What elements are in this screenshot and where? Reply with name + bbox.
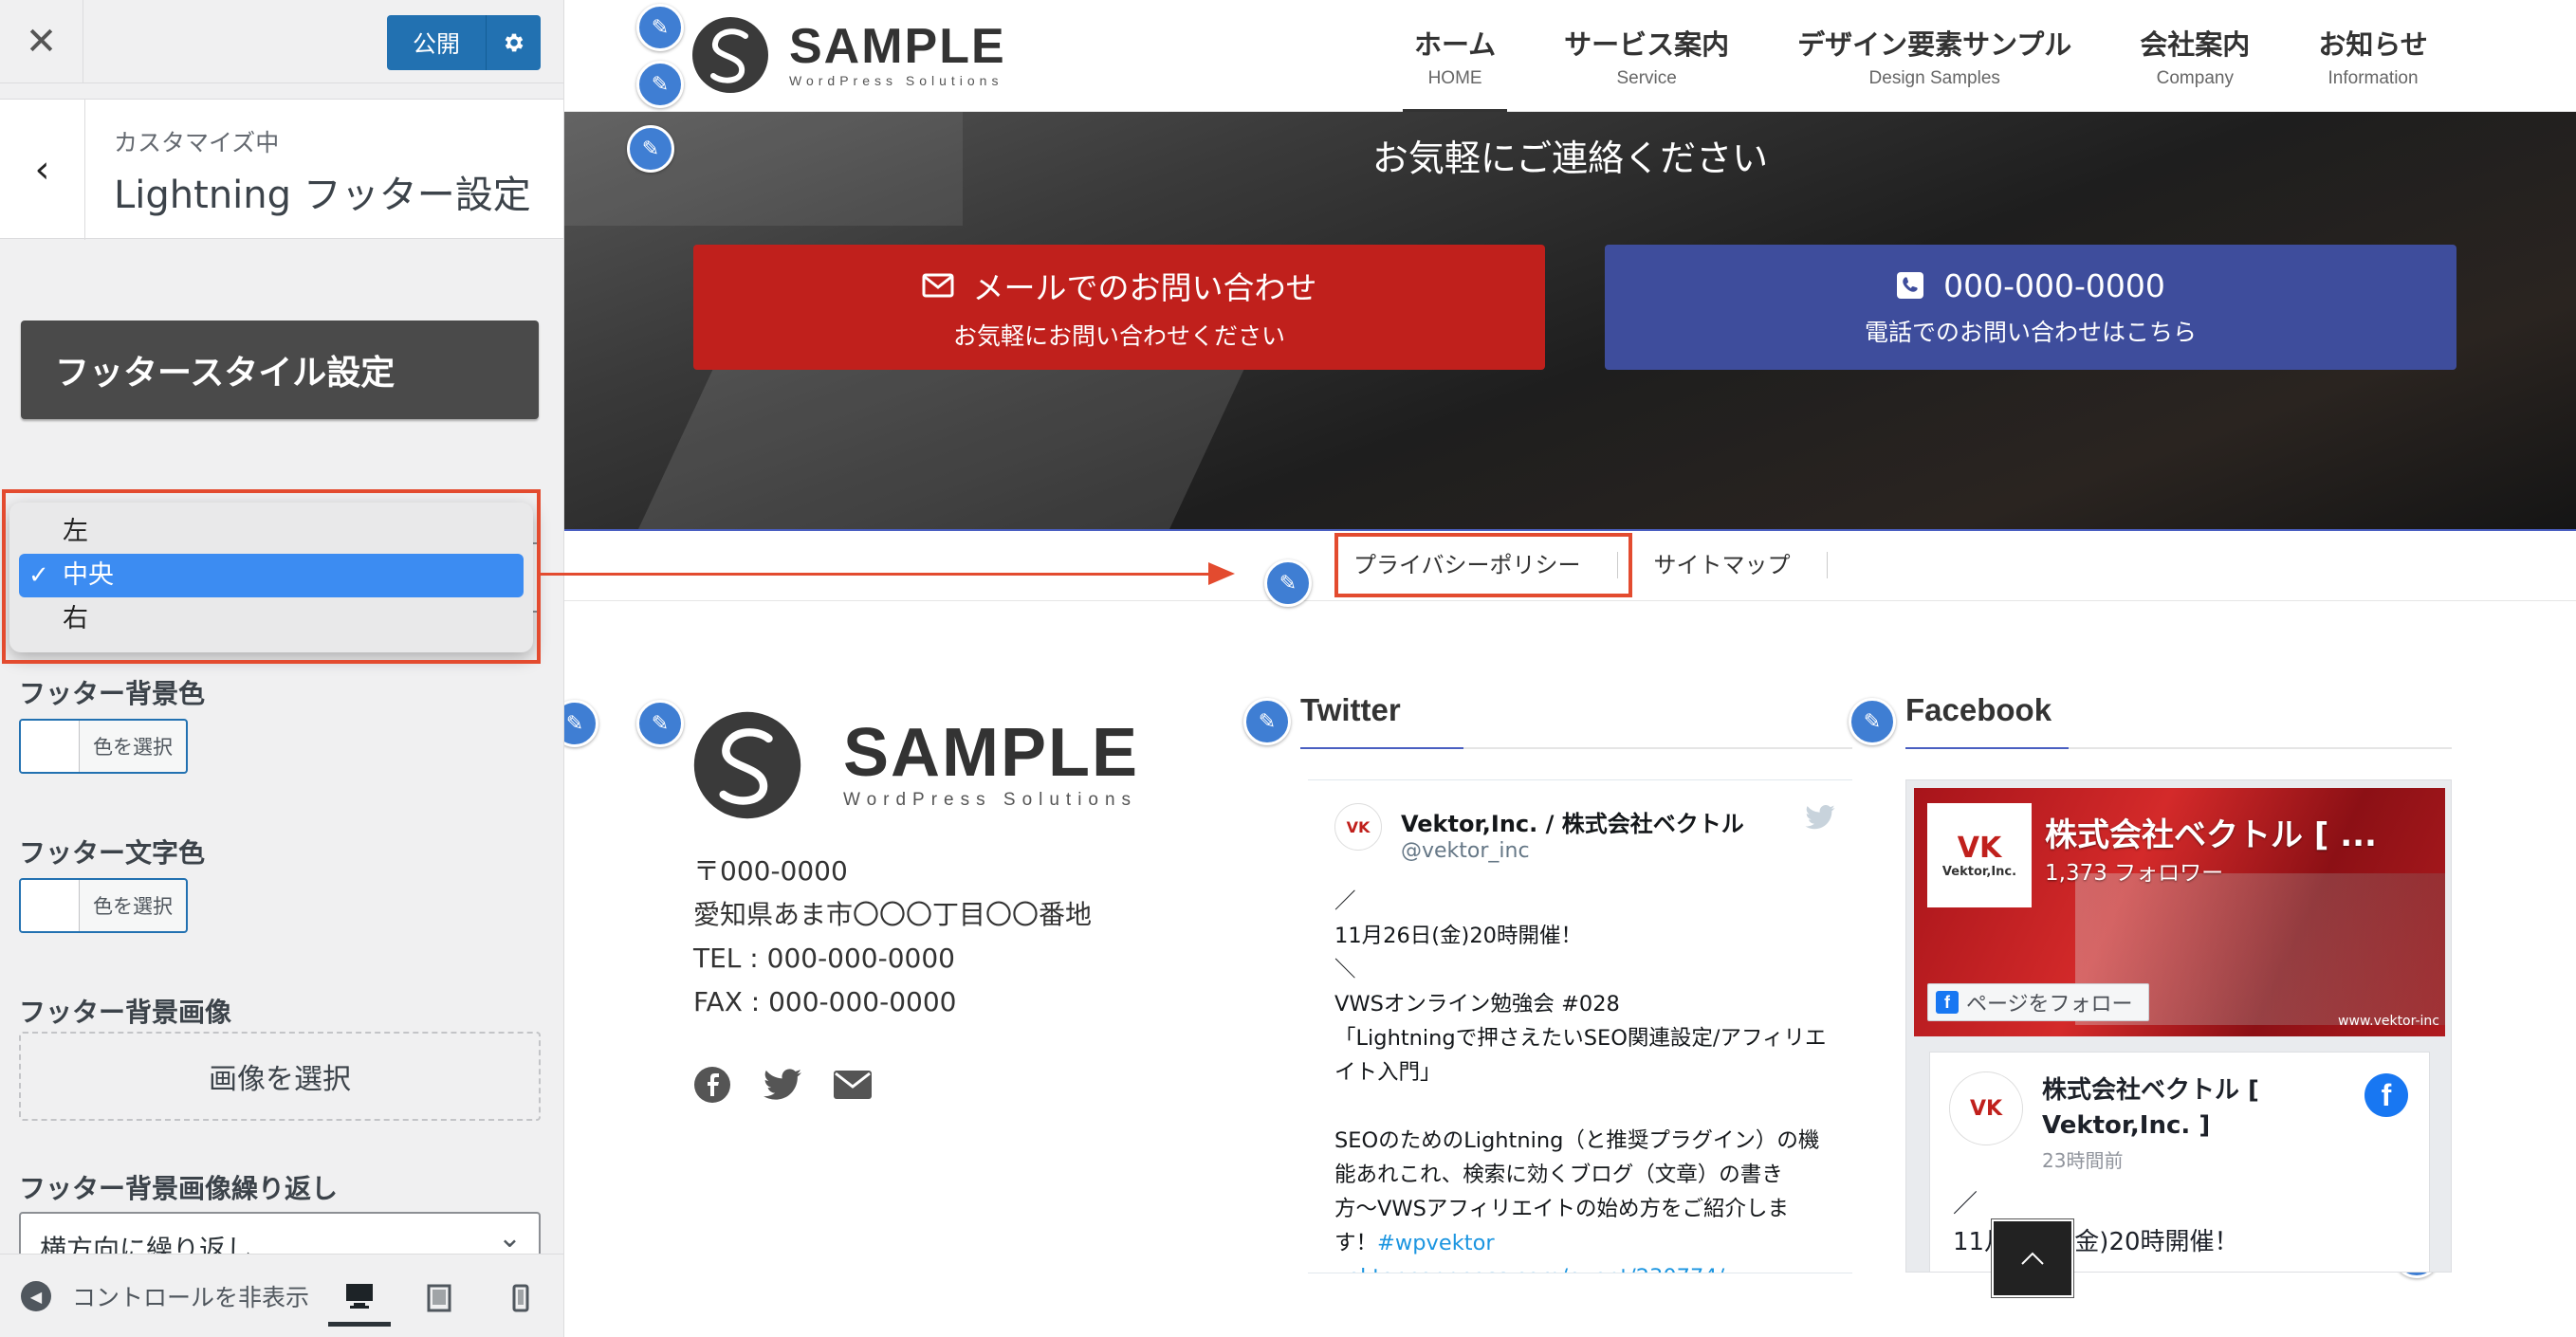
hide-controls-button[interactable]: ◀ コントロールを非表示 xyxy=(21,1279,309,1313)
address-street: 愛知県あま市〇〇〇丁目〇〇番地 xyxy=(693,899,1093,930)
facebook-icon: f xyxy=(1936,991,1959,1014)
color-button-label: 色を選択 xyxy=(93,895,173,918)
tweet-author-name[interactable]: Vektor,Inc. / 株式会社ベクトル xyxy=(1401,805,1744,838)
nav-item-information[interactable]: お知らせ Information xyxy=(2284,0,2461,112)
publish-button[interactable]: 公開 xyxy=(387,15,486,70)
avatar[interactable]: VK xyxy=(1334,803,1382,851)
envelope-icon xyxy=(922,273,953,298)
logo-text: SAMPLE WordPress Solutions xyxy=(789,19,1006,88)
facebook-icon[interactable]: f xyxy=(2364,1073,2408,1117)
logo-mark-icon xyxy=(693,711,801,819)
edit-pencil-icon[interactable]: ✎ xyxy=(636,4,684,51)
address-zip: 〒000-0000 xyxy=(693,855,848,887)
color-swatch xyxy=(21,721,80,772)
breadcrumb: カスタマイズ中 xyxy=(114,129,280,156)
edit-pencil-icon[interactable]: ✎ xyxy=(1849,698,1896,745)
edit-pencil-icon[interactable]: ✎ xyxy=(627,125,674,173)
contact-cta-section: お気軽にご連絡ください メールでのお問い合わせ お気軽にお問い合わせください 0… xyxy=(564,112,2576,529)
hide-controls-label: コントロールを非表示 xyxy=(72,1284,310,1311)
global-nav: ホーム HOME サービス案内 Service デザイン要素サンプル Design S… xyxy=(1380,0,2462,112)
phone-icon xyxy=(1897,272,1924,299)
site-logo[interactable]: SAMPLE WordPress Solutions xyxy=(690,15,1006,95)
facebook-cover[interactable]: VK Vektor,Inc. 株式会社ベクトル [ ... 1,373 フォロワ… xyxy=(1914,788,2445,1036)
nav-item-company[interactable]: 会社案内 Company xyxy=(2106,0,2284,112)
cta-title: お気軽にご連絡ください xyxy=(1371,137,1769,179)
text-color-label: フッター文字色 xyxy=(19,837,206,869)
collapse-arrow-icon: ◀ xyxy=(21,1281,51,1311)
hashtag-link[interactable]: #wpvektor xyxy=(1377,1231,1495,1255)
annotation-arrowhead xyxy=(1208,562,1235,585)
back-chevron-icon[interactable]: ‹ xyxy=(0,100,85,240)
nav-item-design-samples[interactable]: デザイン要素サンプル Design Samples xyxy=(1763,0,2106,112)
bg-color-label: フッター背景色 xyxy=(19,678,206,709)
logo-text: SAMPLE WordPress Solutions xyxy=(843,715,1140,810)
mobile-preview-icon[interactable] xyxy=(489,1270,552,1327)
facebook-page-logo[interactable]: VK Vektor,Inc. xyxy=(1927,803,2032,907)
color-swatch xyxy=(21,880,80,931)
color-button-label: 色を選択 xyxy=(93,736,173,759)
footer-style-section[interactable]: フッタースタイル設定 xyxy=(21,321,539,419)
address-tel: TEL : 000-000-0000 xyxy=(693,943,955,974)
bg-repeat-label: フッター背景画像繰り返し xyxy=(19,1173,339,1204)
cover-url-text: www.vektor-inc xyxy=(2338,1014,2439,1029)
twitter-timeline[interactable]: VK Vektor,Inc. / 株式会社ベクトル @vektor_inc ／ … xyxy=(1308,779,1852,1273)
twitter-icon[interactable] xyxy=(764,1066,801,1104)
facebook-page-name[interactable]: 株式会社ベクトル [ ... xyxy=(2045,809,2377,855)
close-icon[interactable]: ✕ xyxy=(0,0,83,83)
annotation-highlight-box xyxy=(2,489,541,664)
section-title: Lightning フッター設定 xyxy=(114,174,531,217)
tweet-text: ／ 11月26日(金)20時開催！ ＼ VWSオンライン勉強会 #028 「Li… xyxy=(1334,885,1837,1273)
footer-address: 〒000-0000 愛知県あま市〇〇〇丁目〇〇番地 TEL : 000-000-… xyxy=(693,850,1092,1024)
select-image-button[interactable]: 画像を選択 xyxy=(19,1032,541,1121)
tweet-link[interactable]: vektor.connpass.com/event/230774/ xyxy=(1334,1260,1837,1273)
text-color-button[interactable]: 色を選択 xyxy=(19,878,188,933)
facebook-followers: 1,373 フォロワー xyxy=(2045,861,2224,886)
tel-contact-button[interactable]: 000-000-0000 電話でのお問い合わせはこちら xyxy=(1605,245,2456,370)
edit-pencil-icon[interactable]: ✎ xyxy=(1264,559,1312,607)
customizer-sidebar: ✕ 公開 ‹ カスタマイズ中 Lightning フッター設定 フッタースタイル… xyxy=(0,0,564,1337)
avatar[interactable]: VK xyxy=(1949,1071,2023,1145)
facebook-post-time[interactable]: 23時間前 xyxy=(2042,1145,2123,1173)
mail-icon[interactable] xyxy=(834,1066,872,1104)
nav-item-home[interactable]: ホーム HOME xyxy=(1380,0,1530,112)
edit-pencil-icon[interactable]: ✎ xyxy=(564,700,598,747)
facebook-widget-title: Facebook xyxy=(1905,692,2052,727)
twitter-bird-icon[interactable] xyxy=(1805,804,1835,836)
facebook-icon[interactable] xyxy=(693,1066,731,1104)
facebook-follow-button[interactable]: f ページをフォロー xyxy=(1927,983,2149,1021)
facebook-post-author[interactable]: 株式会社ベクトル [ Vektor,Inc. ] xyxy=(2042,1073,2327,1144)
footer-nav-sitemap[interactable]: サイトマップ xyxy=(1618,552,1828,578)
edit-pencil-icon[interactable]: ✎ xyxy=(636,61,684,108)
address-fax: FAX : 000-000-0000 xyxy=(693,986,957,1017)
desktop-preview-icon[interactable] xyxy=(328,1270,391,1327)
facebook-page-plugin: VK Vektor,Inc. 株式会社ベクトル [ ... 1,373 フォロワ… xyxy=(1905,779,2452,1273)
section-header: ‹ カスタマイズ中 Lightning フッター設定 xyxy=(0,99,563,240)
twitter-widget-title: Twitter xyxy=(1300,692,1401,727)
logo-mark-icon xyxy=(692,17,768,93)
chevron-up-icon xyxy=(2021,1252,2044,1265)
bg-image-label: フッター背景画像 xyxy=(19,997,232,1028)
annotation-highlight-box xyxy=(1334,533,1632,597)
social-links xyxy=(693,1066,872,1104)
nav-item-service[interactable]: サービス案内 Service xyxy=(1530,0,1763,112)
background-decor xyxy=(634,349,1254,529)
annotation-arrow xyxy=(537,573,1210,576)
site-preview: SAMPLE WordPress Solutions ホーム HOME サービス案… xyxy=(564,0,2576,1337)
edit-pencil-icon[interactable]: ✎ xyxy=(1243,698,1291,745)
customizer-footer: ◀ コントロールを非表示 xyxy=(0,1254,563,1337)
widget-title-rule xyxy=(1905,747,2452,749)
mail-contact-button[interactable]: メールでのお問い合わせ お気軽にお問い合わせください xyxy=(693,245,1545,370)
tweet-author-handle[interactable]: @vektor_inc xyxy=(1401,839,1530,863)
widget-title-rule xyxy=(1300,747,1852,749)
bg-color-button[interactable]: 色を選択 xyxy=(19,719,188,774)
chevron-down-icon: ⌄ xyxy=(497,1221,522,1255)
publish-group: 公開 xyxy=(387,15,541,70)
customizer-header: ✕ 公開 xyxy=(0,0,563,83)
tablet-preview-icon[interactable] xyxy=(408,1270,470,1327)
site-header: SAMPLE WordPress Solutions ホーム HOME サービス案… xyxy=(564,0,2576,112)
edit-pencil-icon[interactable]: ✎ xyxy=(636,700,684,747)
page-top-button[interactable] xyxy=(1991,1218,2074,1298)
gear-icon[interactable] xyxy=(486,15,541,70)
footer-logo: SAMPLE WordPress Solutions xyxy=(691,709,1139,821)
